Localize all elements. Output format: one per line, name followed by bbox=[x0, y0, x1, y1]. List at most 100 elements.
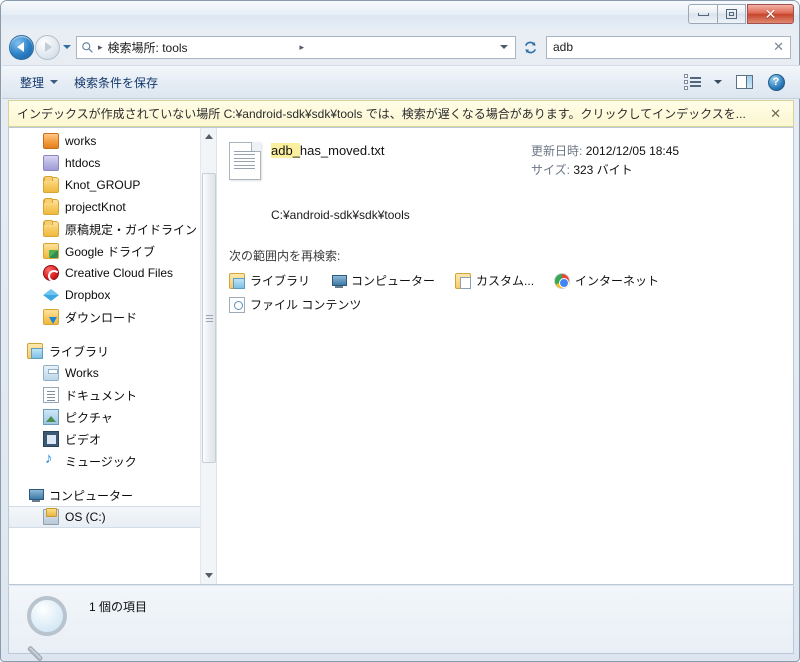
result-row[interactable]: adb_has_moved.txt 更新日時: 2012/12/05 18:45… bbox=[229, 142, 781, 180]
sidebar-item-label: ミュージック bbox=[65, 454, 137, 469]
breadcrumb-location: 検索場所: tools bbox=[107, 40, 188, 55]
text-file-icon bbox=[229, 142, 261, 180]
works-library-icon bbox=[43, 365, 59, 381]
preview-pane-button[interactable] bbox=[730, 70, 758, 94]
sidebar-item-os-c[interactable]: OS (C:) bbox=[9, 506, 216, 528]
scrollbar-grip-icon bbox=[205, 313, 213, 324]
library-icon bbox=[27, 343, 43, 359]
refresh-icon bbox=[524, 41, 536, 53]
close-button[interactable]: ✕ bbox=[747, 4, 794, 24]
index-notification-bar[interactable]: インデックスが作成されていない場所 C:¥android-sdk¥sdk¥too… bbox=[8, 100, 794, 127]
search-again-libraries[interactable]: ライブラリ bbox=[229, 272, 310, 289]
search-input[interactable]: adb ✕ bbox=[546, 35, 791, 59]
result-metadata: 更新日時: 2012/12/05 18:45 サイズ: 323 バイト bbox=[531, 142, 781, 180]
size-label: サイズ: bbox=[531, 163, 570, 177]
search-again-computer[interactable]: コンピューター bbox=[330, 272, 435, 289]
address-bar[interactable]: ▸ 検索場所: tools ▸ bbox=[76, 35, 516, 59]
result-main: adb_has_moved.txt bbox=[271, 142, 531, 160]
search-results-pane: adb_has_moved.txt 更新日時: 2012/12/05 18:45… bbox=[216, 128, 793, 584]
folder-icon bbox=[43, 220, 59, 237]
sidebar-item-label: Works bbox=[65, 366, 99, 380]
title-bar: ✕ bbox=[1, 1, 799, 29]
organize-label: 整理 bbox=[20, 75, 45, 90]
help-glyph-text: ? bbox=[772, 76, 780, 88]
sidebar-scrollbar[interactable] bbox=[200, 128, 216, 584]
folder-download-icon bbox=[43, 309, 59, 325]
close-notification-icon[interactable]: ✕ bbox=[766, 106, 785, 122]
sidebar-item-works-library[interactable]: Works bbox=[9, 362, 216, 384]
sidebar-item-projectknot[interactable]: projectKnot bbox=[9, 196, 216, 218]
toolbar-right-group: ? bbox=[678, 70, 790, 94]
result-size: サイズ: 323 バイト bbox=[531, 161, 781, 180]
sidebar-group-label: ライブラリ bbox=[49, 344, 110, 359]
save-search-label: 検索条件を保存 bbox=[74, 75, 159, 90]
modified-value: 2012/12/05 18:45 bbox=[585, 144, 680, 158]
preview-pane-icon bbox=[735, 75, 753, 89]
folder-purple-icon bbox=[43, 155, 59, 171]
sidebar-item-label: Creative Cloud Files bbox=[65, 266, 174, 280]
sidebar-item-label: ドキュメント bbox=[65, 388, 138, 403]
sidebar-item-downloads[interactable]: ダウンロード bbox=[9, 306, 216, 328]
sidebar-item-videos[interactable]: ビデオ bbox=[9, 428, 216, 450]
sidebar-item-google-drive[interactable]: Google ドライブ bbox=[9, 240, 216, 262]
sidebar-item-creative-cloud[interactable]: Creative Cloud Files bbox=[9, 262, 216, 284]
scroll-down-button[interactable] bbox=[201, 567, 216, 584]
navigation-pane: works htdocs Knot_GROUP projectKnot 原稿規定… bbox=[9, 128, 216, 584]
chevron-down-icon bbox=[500, 45, 508, 49]
recent-locations-button[interactable] bbox=[60, 36, 74, 58]
result-file-name[interactable]: adb_has_moved.txt bbox=[271, 142, 531, 160]
sidebar-item-htdocs[interactable]: htdocs bbox=[9, 152, 216, 174]
sidebar-item-music[interactable]: ミュージック bbox=[9, 450, 216, 472]
organize-button[interactable]: 整理 bbox=[12, 70, 66, 95]
address-dropdown-button[interactable] bbox=[497, 45, 511, 49]
clear-search-icon[interactable]: ✕ bbox=[773, 39, 784, 55]
change-view-button[interactable] bbox=[678, 70, 706, 94]
sidebar-group-libraries[interactable]: ライブラリ bbox=[9, 340, 216, 362]
chevron-down-icon bbox=[63, 45, 71, 49]
save-search-button[interactable]: 検索条件を保存 bbox=[66, 70, 166, 95]
sidebar-group-computer[interactable]: コンピューター bbox=[9, 484, 216, 506]
search-again-row-2: ファイル コンテンツ bbox=[229, 296, 781, 313]
custom-folder-icon bbox=[455, 272, 472, 289]
explorer-window: ✕ ▸ 検索場所: tools ▸ adb ✕ 整理 検索条件を保存 ? インデ… bbox=[0, 0, 800, 662]
sidebar-item-label: works bbox=[65, 134, 97, 148]
search-again-label: コンピューター bbox=[351, 274, 436, 288]
sidebar-item-pictures[interactable]: ピクチャ bbox=[9, 406, 216, 428]
content-area: works htdocs Knot_GROUP projectKnot 原稿規定… bbox=[8, 127, 794, 585]
chevron-up-icon bbox=[205, 134, 213, 139]
sidebar-item-knot-group[interactable]: Knot_GROUP bbox=[9, 174, 216, 196]
back-button[interactable] bbox=[9, 34, 34, 60]
scrollbar-thumb[interactable] bbox=[202, 173, 216, 463]
sidebar-item-label: ビデオ bbox=[65, 432, 102, 447]
search-again-file-contents[interactable]: ファイル コンテンツ bbox=[229, 296, 361, 313]
minimize-button[interactable] bbox=[688, 4, 717, 24]
sidebar-item-dropbox[interactable]: Dropbox bbox=[9, 284, 216, 306]
search-again-title: 次の範囲内を再検索: bbox=[229, 249, 341, 263]
magnifier-icon bbox=[21, 594, 77, 662]
sidebar-item-label: Dropbox bbox=[65, 288, 111, 302]
search-again-section: 次の範囲内を再検索: ライブラリ コンピューター カスタム... インターネット… bbox=[229, 247, 781, 313]
maximize-icon bbox=[726, 9, 737, 19]
sidebar-item-documents[interactable]: ドキュメント bbox=[9, 384, 216, 406]
search-again-label: インターネット bbox=[575, 274, 660, 288]
breadcrumb-separator-1: ▸ bbox=[98, 41, 103, 52]
sidebar-item-guideline[interactable]: 原稿規定・ガイドライン bbox=[9, 218, 216, 240]
view-dropdown-button[interactable] bbox=[710, 70, 726, 94]
maximize-button[interactable] bbox=[717, 4, 746, 24]
help-icon: ? bbox=[767, 73, 785, 91]
breadcrumb-separator-2: ▸ bbox=[299, 41, 305, 52]
sidebar-item-works[interactable]: works bbox=[9, 130, 216, 152]
forward-button[interactable] bbox=[35, 34, 60, 60]
views-icon bbox=[683, 74, 701, 90]
scroll-up-button[interactable] bbox=[201, 128, 216, 145]
chrome-icon bbox=[554, 272, 571, 289]
computer-icon bbox=[330, 273, 348, 289]
help-button[interactable]: ? bbox=[762, 70, 790, 94]
refresh-button[interactable] bbox=[519, 36, 541, 59]
folder-orange-icon bbox=[43, 133, 59, 149]
search-again-custom[interactable]: カスタム... bbox=[455, 272, 534, 289]
size-value: 323 バイト bbox=[573, 163, 633, 177]
search-again-internet[interactable]: インターネット bbox=[554, 272, 659, 289]
index-notification-text: インデックスが作成されていない場所 C:¥android-sdk¥sdk¥too… bbox=[17, 107, 746, 121]
